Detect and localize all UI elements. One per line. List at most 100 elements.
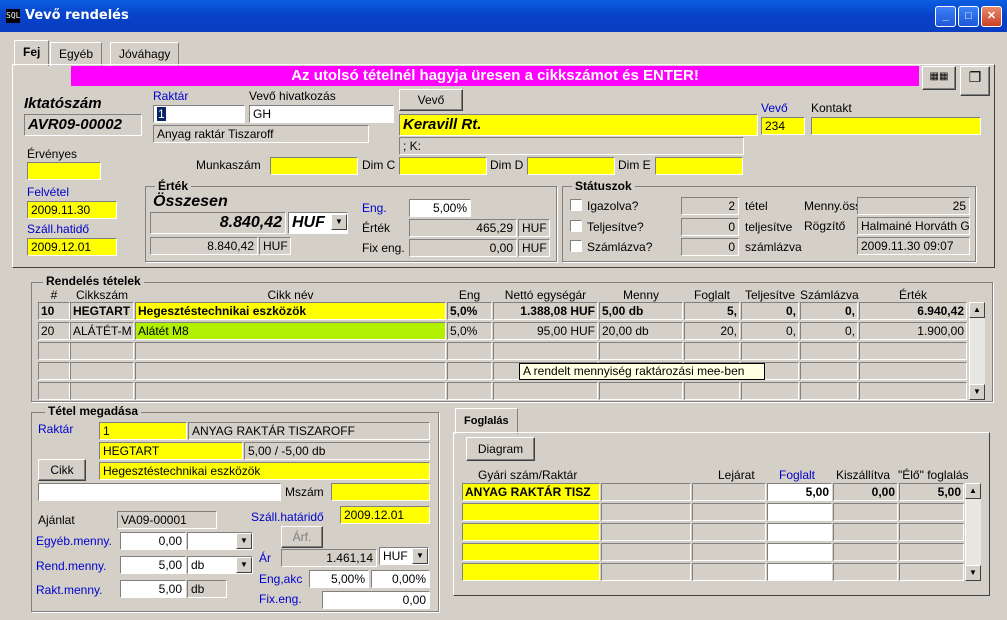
foglalas-cell[interactable] xyxy=(767,503,832,521)
scroll-down-icon[interactable]: ▼ xyxy=(969,384,985,400)
items-cell[interactable]: 95,00 HUF xyxy=(493,322,598,340)
items-cell[interactable]: HEGTART xyxy=(70,302,134,320)
items-cell[interactable] xyxy=(859,342,967,360)
chevron-down-icon[interactable]: ▼ xyxy=(236,557,252,573)
foglalas-cell[interactable] xyxy=(601,523,691,541)
foglalas-cell[interactable] xyxy=(767,543,832,561)
calculator-icon[interactable]: ▦▦ xyxy=(922,66,956,90)
dimd-field[interactable] xyxy=(527,157,615,175)
foglalas-cell[interactable]: 5,00 xyxy=(899,483,964,501)
tetel-cikk-name[interactable]: Hegesztéstechnikai eszközök xyxy=(99,462,430,480)
foglalas-cell[interactable]: 5,00 xyxy=(767,483,832,501)
items-cell[interactable]: 5,0% xyxy=(447,322,492,340)
scroll-down-icon[interactable]: ▼ xyxy=(965,565,981,581)
foglalas-cell[interactable] xyxy=(833,563,898,581)
tetel-raktar-code[interactable]: 1 xyxy=(99,422,187,440)
items-cell[interactable]: 10 xyxy=(38,302,70,320)
foglalas-cell[interactable] xyxy=(767,523,832,541)
items-cell[interactable] xyxy=(859,382,967,400)
items-cell[interactable]: 0, xyxy=(741,322,799,340)
foglalas-cell[interactable] xyxy=(899,563,964,581)
items-cell[interactable]: 5,0% xyxy=(447,302,492,320)
items-cell[interactable]: 1.900,00 xyxy=(859,322,967,340)
tetel-note-field[interactable] xyxy=(38,483,281,501)
items-cell[interactable] xyxy=(70,342,134,360)
foglalas-cell[interactable] xyxy=(692,503,766,521)
items-cell[interactable] xyxy=(70,382,134,400)
items-cell[interactable]: 5, xyxy=(684,302,740,320)
scroll-up-icon[interactable]: ▲ xyxy=(965,483,981,499)
items-cell[interactable]: 6.940,42 xyxy=(859,302,967,320)
tab-jovahagy[interactable]: Jóváhagy xyxy=(110,42,180,66)
items-cell[interactable] xyxy=(493,342,598,360)
tab-egyeb[interactable]: Egyéb xyxy=(50,42,103,66)
foglalas-cell[interactable] xyxy=(601,543,691,561)
foglalas-cell[interactable] xyxy=(899,503,964,521)
items-cell[interactable] xyxy=(800,382,858,400)
items-cell[interactable] xyxy=(599,382,683,400)
items-cell[interactable] xyxy=(447,342,492,360)
items-cell[interactable] xyxy=(38,342,70,360)
items-cell[interactable]: 0, xyxy=(800,302,858,320)
foglalas-cell[interactable] xyxy=(692,523,766,541)
items-cell[interactable] xyxy=(800,362,858,380)
vevo-button[interactable]: Vevő xyxy=(399,89,463,111)
rend-field[interactable]: 5,00 xyxy=(120,556,186,574)
tetel-szall-field[interactable]: 2009.12.01 xyxy=(340,506,430,524)
arf-button[interactable]: Árf. xyxy=(281,526,323,548)
munkaszam-field[interactable] xyxy=(270,157,358,175)
szamlazva-checkbox[interactable] xyxy=(570,240,582,252)
raktar-code-field[interactable]: 1 xyxy=(153,105,245,123)
chevron-down-icon[interactable]: ▼ xyxy=(331,214,347,230)
mszam-field[interactable] xyxy=(331,483,430,501)
items-cell[interactable] xyxy=(38,382,70,400)
items-cell[interactable]: Hegesztéstechnikai eszközök xyxy=(135,302,446,320)
foglalas-cell[interactable] xyxy=(899,523,964,541)
items-cell[interactable]: 1.388,08 HUF xyxy=(493,302,598,320)
minimize-button[interactable]: _ xyxy=(935,6,956,27)
felvetel-field[interactable]: 2009.11.30 xyxy=(27,201,117,219)
cikk-button[interactable]: Cikk xyxy=(38,459,86,481)
diagram-button[interactable]: Diagram xyxy=(466,437,535,461)
maximize-button[interactable]: □ xyxy=(958,6,979,27)
items-cell[interactable]: 5,00 db xyxy=(599,302,683,320)
kontakt-field[interactable] xyxy=(811,117,981,135)
foglalas-cell[interactable] xyxy=(692,563,766,581)
items-cell[interactable] xyxy=(70,362,134,380)
tetel-cikk-code[interactable]: HEGTART xyxy=(99,442,243,460)
items-cell[interactable] xyxy=(447,382,492,400)
items-cell[interactable] xyxy=(741,382,799,400)
teljesitve-checkbox[interactable] xyxy=(570,220,582,232)
foglalas-cell[interactable] xyxy=(767,563,832,581)
foglalas-cell[interactable] xyxy=(833,523,898,541)
vevo-hiv-field[interactable]: GH xyxy=(249,105,394,123)
items-cell[interactable] xyxy=(135,342,446,360)
tab-foglalas[interactable]: Foglalás xyxy=(455,408,518,434)
foglalas-cell[interactable] xyxy=(462,543,600,561)
items-cell[interactable]: 20 xyxy=(38,322,70,340)
items-cell[interactable]: 20, xyxy=(684,322,740,340)
items-cell[interactable]: Alátét M8 xyxy=(135,322,446,340)
foglalas-cell[interactable] xyxy=(601,483,691,501)
foglalas-cell[interactable]: 0,00 xyxy=(833,483,898,501)
items-cell[interactable]: ALÁTÉT-M xyxy=(70,322,134,340)
fixeng-field[interactable]: 0,00 xyxy=(322,591,430,609)
items-cell[interactable] xyxy=(741,342,799,360)
items-cell[interactable] xyxy=(447,362,492,380)
items-cell[interactable]: 20,00 db xyxy=(599,322,683,340)
items-cell[interactable]: 0, xyxy=(800,322,858,340)
dimc-field[interactable] xyxy=(399,157,487,175)
items-cell[interactable] xyxy=(493,382,598,400)
items-cell[interactable] xyxy=(684,342,740,360)
foglalas-cell[interactable] xyxy=(833,503,898,521)
chevron-down-icon[interactable]: ▼ xyxy=(236,533,252,549)
items-cell[interactable] xyxy=(135,382,446,400)
dime-field[interactable] xyxy=(655,157,743,175)
close-button[interactable]: ✕ xyxy=(981,6,1002,27)
foglalas-cell[interactable] xyxy=(692,483,766,501)
eng-item-field[interactable]: 5,00% xyxy=(309,570,369,588)
foglalas-cell[interactable] xyxy=(601,563,691,581)
tab-fej[interactable]: Fej xyxy=(14,40,50,66)
items-cell[interactable] xyxy=(599,342,683,360)
app-icon[interactable]: SQL xyxy=(6,9,20,23)
